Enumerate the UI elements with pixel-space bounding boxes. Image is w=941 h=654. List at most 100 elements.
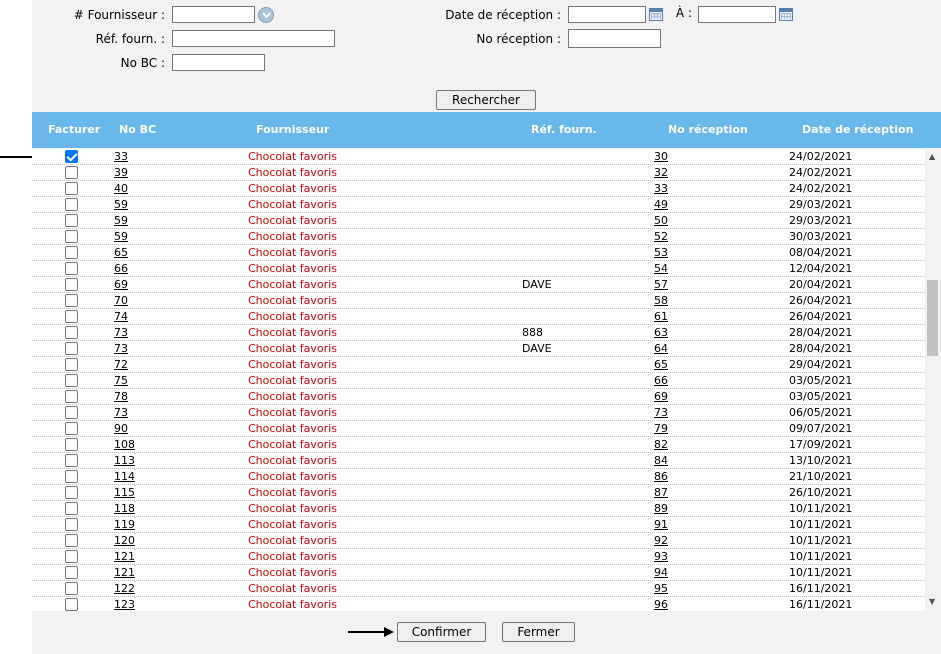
no-reception-link[interactable]: 66 [654,374,668,388]
facturer-checkbox[interactable] [65,262,78,275]
no-reception-link[interactable]: 58 [654,294,668,308]
no-bc-link[interactable]: 75 [114,374,128,388]
no-bc-link[interactable]: 114 [114,470,135,484]
no-reception-link[interactable]: 50 [654,214,668,228]
facturer-checkbox[interactable] [65,502,78,515]
date-to-input[interactable] [698,6,776,23]
no-reception-link[interactable]: 79 [654,422,668,436]
scroll-up-icon[interactable]: ▲ [929,153,935,161]
no-bc-link[interactable]: 59 [114,214,128,228]
no-bc-link[interactable]: 115 [114,486,135,500]
no-bc-link[interactable]: 123 [114,598,135,611]
facturer-checkbox[interactable] [65,326,78,339]
facturer-checkbox[interactable] [65,582,78,595]
no-reception-link[interactable]: 94 [654,566,668,580]
no-bc-link[interactable]: 122 [114,582,135,596]
facturer-checkbox[interactable] [65,214,78,227]
no-reception-link[interactable]: 49 [654,198,668,212]
date-from-calendar-icon[interactable] [649,8,663,21]
no-reception-link[interactable]: 52 [654,230,668,244]
no-bc-link[interactable]: 120 [114,534,135,548]
confirm-button[interactable]: Confirmer [397,622,486,642]
no-bc-link[interactable]: 69 [114,278,128,292]
facturer-checkbox[interactable] [65,278,78,291]
no-reception-link[interactable]: 96 [654,598,668,611]
no-reception-link[interactable]: 30 [654,150,668,164]
no-reception-link[interactable]: 95 [654,582,668,596]
no-reception-link[interactable]: 57 [654,278,668,292]
facturer-checkbox[interactable] [65,534,78,547]
date-to-calendar-icon[interactable] [779,8,793,21]
ref-fourn-input[interactable] [172,30,335,47]
scrollbar-thumb[interactable] [927,280,938,356]
close-button[interactable]: Fermer [502,622,575,642]
fournisseur-dropdown-icon[interactable] [258,7,274,23]
no-reception-link[interactable]: 64 [654,342,668,356]
no-bc-link[interactable]: 65 [114,246,128,260]
no-bc-link[interactable]: 33 [114,150,128,164]
no-bc-link[interactable]: 73 [114,326,128,340]
facturer-checkbox[interactable] [65,390,78,403]
no-bc-link[interactable]: 113 [114,454,135,468]
no-reception-input[interactable] [568,29,661,48]
facturer-checkbox[interactable] [65,422,78,435]
no-bc-link[interactable]: 119 [114,518,135,532]
facturer-checkbox[interactable] [65,166,78,179]
no-reception-link[interactable]: 32 [654,166,668,180]
facturer-checkbox[interactable] [65,566,78,579]
no-bc-link[interactable]: 72 [114,358,128,372]
facturer-checkbox[interactable] [65,342,78,355]
facturer-checkbox[interactable] [65,438,78,451]
no-bc-input[interactable] [172,54,265,71]
no-bc-link[interactable]: 59 [114,230,128,244]
no-reception-link[interactable]: 54 [654,262,668,276]
facturer-checkbox[interactable] [65,310,78,323]
date-from-input[interactable] [568,6,646,23]
facturer-checkbox[interactable] [65,598,78,611]
no-bc-link[interactable]: 39 [114,166,128,180]
no-reception-link[interactable]: 91 [654,518,668,532]
fournisseur-input[interactable] [172,6,255,23]
no-reception-link[interactable]: 87 [654,486,668,500]
facturer-checkbox[interactable] [65,470,78,483]
facturer-checkbox[interactable] [65,246,78,259]
facturer-checkbox[interactable] [65,518,78,531]
no-reception-link[interactable]: 92 [654,534,668,548]
scroll-down-icon[interactable]: ▼ [929,598,935,606]
facturer-checkbox[interactable] [65,358,78,371]
facturer-checkbox[interactable] [65,550,78,563]
no-reception-link[interactable]: 53 [654,246,668,260]
facturer-checkbox[interactable] [65,182,78,195]
no-bc-link[interactable]: 118 [114,502,135,516]
facturer-checkbox[interactable] [65,486,78,499]
facturer-checkbox[interactable] [65,294,78,307]
no-bc-link[interactable]: 66 [114,262,128,276]
facturer-checkbox[interactable] [65,406,78,419]
no-reception-link[interactable]: 89 [654,502,668,516]
no-reception-link[interactable]: 61 [654,310,668,324]
no-bc-link[interactable]: 70 [114,294,128,308]
no-reception-link[interactable]: 86 [654,470,668,484]
no-bc-link[interactable]: 121 [114,550,135,564]
no-reception-link[interactable]: 69 [654,390,668,404]
no-reception-link[interactable]: 65 [654,358,668,372]
no-reception-link[interactable]: 73 [654,406,668,420]
no-bc-link[interactable]: 78 [114,390,128,404]
search-button[interactable]: Rechercher [436,90,536,110]
facturer-checkbox[interactable] [65,150,78,163]
no-bc-link[interactable]: 59 [114,198,128,212]
no-bc-link[interactable]: 74 [114,310,128,324]
no-bc-link[interactable]: 90 [114,422,128,436]
facturer-checkbox[interactable] [65,374,78,387]
facturer-checkbox[interactable] [65,230,78,243]
no-reception-link[interactable]: 84 [654,454,668,468]
no-reception-link[interactable]: 63 [654,326,668,340]
no-reception-link[interactable]: 33 [654,182,668,196]
no-reception-link[interactable]: 93 [654,550,668,564]
facturer-checkbox[interactable] [65,454,78,467]
no-bc-link[interactable]: 40 [114,182,128,196]
no-reception-link[interactable]: 82 [654,438,668,452]
no-bc-link[interactable]: 73 [114,406,128,420]
no-bc-link[interactable]: 108 [114,438,135,452]
facturer-checkbox[interactable] [65,198,78,211]
